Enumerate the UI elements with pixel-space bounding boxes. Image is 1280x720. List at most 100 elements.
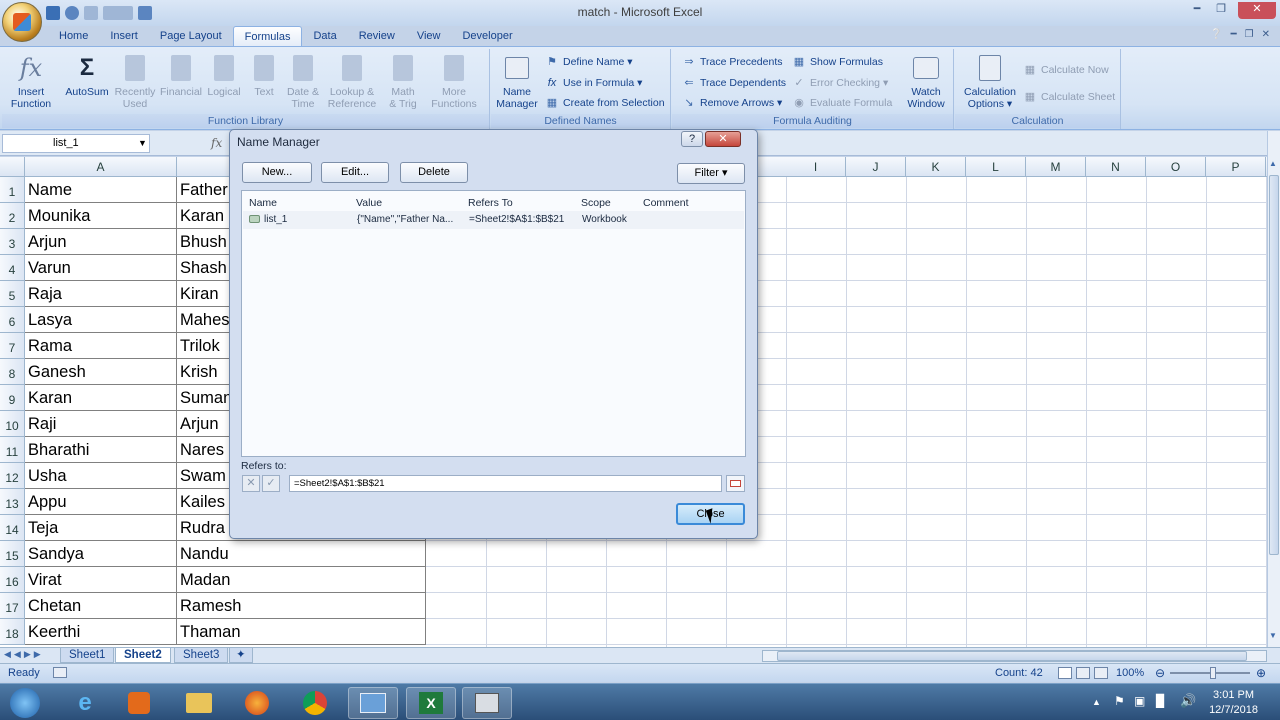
row-header[interactable]: 5 xyxy=(0,281,25,307)
commit-edit-icon[interactable]: ✓ xyxy=(262,475,280,492)
tray-volume-icon[interactable]: 🔊 xyxy=(1180,693,1196,709)
insert-sheet-icon[interactable]: ✦ xyxy=(229,648,253,663)
create-from-selection-button[interactable]: ▦ Create from Selection xyxy=(545,94,665,113)
row-header[interactable]: 2 xyxy=(0,203,25,229)
cell-a[interactable]: Name xyxy=(25,177,177,203)
list-item[interactable]: list_1 {"Name","Father Na... =Sheet2!$A$… xyxy=(243,211,744,229)
sheet-nav-arrows-icon[interactable]: ◀◀▶▶ xyxy=(4,649,44,660)
row-header[interactable]: 3 xyxy=(0,229,25,255)
taskbar-chrome[interactable] xyxy=(290,687,340,719)
row-header[interactable]: 17 xyxy=(0,593,25,619)
tray-network-icon[interactable]: ▉ xyxy=(1156,694,1165,708)
zoom-in-icon[interactable]: ⊕ xyxy=(1256,666,1266,680)
vertical-scrollbar[interactable]: ▲ ▼ xyxy=(1267,131,1280,647)
row-header[interactable]: 16 xyxy=(0,567,25,593)
list-header-value[interactable]: Value xyxy=(356,197,382,209)
cell-a[interactable]: Keerthi xyxy=(25,619,177,645)
tab-insert[interactable]: Insert xyxy=(99,26,149,47)
cell-a[interactable]: Mounika xyxy=(25,203,177,229)
trace-precedents-button[interactable]: ⇒ Trace Precedents xyxy=(682,53,782,72)
column-header-p[interactable]: P xyxy=(1206,157,1266,177)
row-header[interactable]: 7 xyxy=(0,333,25,359)
lookup-reference-button[interactable]: Lookup & Reference xyxy=(324,53,380,110)
row-header[interactable]: 13 xyxy=(0,489,25,515)
cell-a[interactable]: Raja xyxy=(25,281,177,307)
tab-developer[interactable]: Developer xyxy=(451,26,523,47)
tab-data[interactable]: Data xyxy=(302,26,347,47)
cell-a[interactable]: Virat xyxy=(25,567,177,593)
insert-function-fx-icon[interactable]: fx xyxy=(211,136,222,150)
help-icon[interactable]: ❔ xyxy=(1210,29,1222,40)
error-checking-button[interactable]: ✓ Error Checking ▾ xyxy=(792,74,888,93)
tab-formulas[interactable]: Formulas xyxy=(232,26,303,47)
tray-show-hidden-icon[interactable]: ▲ xyxy=(1092,697,1101,707)
zoom-slider[interactable] xyxy=(1170,667,1250,679)
save-icon[interactable] xyxy=(46,5,60,20)
list-header-scope[interactable]: Scope xyxy=(581,197,611,209)
delete-name-button[interactable]: Delete xyxy=(400,162,468,183)
select-all-corner[interactable] xyxy=(0,157,25,177)
taskbar-recorder[interactable] xyxy=(462,687,512,719)
cell-a[interactable]: Varun xyxy=(25,255,177,281)
insert-function-button[interactable]: fx Insert Function xyxy=(6,53,56,110)
trace-dependents-button[interactable]: ⇐ Trace Dependents xyxy=(682,74,786,93)
date-time-button[interactable]: Date & Time xyxy=(282,53,324,110)
zoom-out-icon[interactable]: ⊖ xyxy=(1155,666,1165,680)
tray-flag-icon[interactable]: ⚑ xyxy=(1114,694,1125,708)
taskbar-media-player[interactable] xyxy=(114,687,164,719)
cell-b[interactable]: Thaman xyxy=(177,619,426,645)
tab-home[interactable]: Home xyxy=(48,26,99,47)
start-button[interactable] xyxy=(2,687,48,719)
sheet-tab-sheet2[interactable]: Sheet2 xyxy=(115,648,171,663)
tab-page-layout[interactable]: Page Layout xyxy=(149,26,233,47)
dialog-close-x-button[interactable]: ✕ xyxy=(705,131,741,147)
cell-b[interactable]: Nandu xyxy=(177,541,426,567)
edit-name-button[interactable]: Edit... xyxy=(321,162,389,183)
horizontal-scrollbar[interactable] xyxy=(762,650,1267,662)
row-header[interactable]: 12 xyxy=(0,463,25,489)
row-header[interactable]: 14 xyxy=(0,515,25,541)
cell-a[interactable]: Sandya xyxy=(25,541,177,567)
name-box[interactable]: list_1 xyxy=(2,134,150,153)
sheet-tab-sheet3[interactable]: Sheet3 xyxy=(174,648,229,663)
close-workbook-icon[interactable]: ✕ xyxy=(1262,29,1270,40)
sheet-tab-sheet1[interactable]: Sheet1 xyxy=(60,648,115,663)
column-header-a[interactable]: A xyxy=(25,157,177,177)
scroll-down-icon[interactable]: ▼ xyxy=(1269,631,1279,643)
new-name-button[interactable]: New... xyxy=(242,162,312,183)
list-header-comment[interactable]: Comment xyxy=(643,197,689,209)
column-header-j[interactable]: J xyxy=(846,157,906,177)
math-trig-button[interactable]: Math & Trig xyxy=(380,53,426,110)
cell-b[interactable]: Madan xyxy=(177,567,426,593)
dialog-help-button[interactable]: ? xyxy=(681,131,703,147)
row-header[interactable]: 15 xyxy=(0,541,25,567)
tab-view[interactable]: View xyxy=(406,26,452,47)
financial-button[interactable]: Financial xyxy=(158,53,204,98)
cell-a[interactable]: Usha xyxy=(25,463,177,489)
restore-button[interactable]: ❐ xyxy=(1210,2,1232,19)
calculate-sheet-button[interactable]: ▦ Calculate Sheet xyxy=(1023,88,1115,107)
taskbar-paint[interactable] xyxy=(348,687,398,719)
define-name-button[interactable]: ⚑ Define Name ▾ xyxy=(545,53,632,72)
cell-a[interactable]: Lasya xyxy=(25,307,177,333)
minimize-button[interactable]: ━ xyxy=(1186,2,1208,19)
page-layout-view-icon[interactable] xyxy=(1076,667,1090,679)
zoom-slider-thumb[interactable] xyxy=(1210,667,1216,679)
close-window-button[interactable]: ✕ xyxy=(1238,2,1276,19)
more-functions-button[interactable]: More Functions xyxy=(426,53,482,110)
row-header[interactable]: 6 xyxy=(0,307,25,333)
calculation-options-button[interactable]: Calculation Options ▾ xyxy=(959,53,1021,110)
taskbar-ie[interactable]: e xyxy=(60,687,110,719)
list-header-name[interactable]: Name xyxy=(249,197,277,209)
watch-window-button[interactable]: Watch Window xyxy=(900,53,952,110)
recently-used-button[interactable]: Recently Used xyxy=(112,53,158,110)
filter-button[interactable]: Filter ▾ xyxy=(677,163,745,184)
cell-a[interactable]: Appu xyxy=(25,489,177,515)
logical-button[interactable]: Logical xyxy=(202,53,246,98)
tray-device-icon[interactable]: ▣ xyxy=(1134,694,1145,708)
row-header[interactable]: 9 xyxy=(0,385,25,411)
cell-a[interactable]: Ganesh xyxy=(25,359,177,385)
column-header-i[interactable]: I xyxy=(786,157,846,177)
name-box-dropdown-icon[interactable]: ▼ xyxy=(138,138,147,148)
customize-qat-icon[interactable] xyxy=(103,5,133,20)
